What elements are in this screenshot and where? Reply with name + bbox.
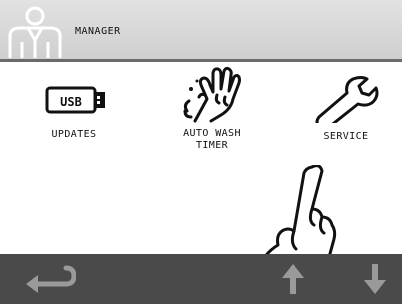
hand-wash-icon <box>183 66 241 123</box>
manager-screen: MANAGER USB UPDATES AUTO WASH TIMER SERV… <box>0 0 402 304</box>
menu-item-label: UPDATES <box>51 129 97 140</box>
scroll-up-button[interactable] <box>278 262 308 296</box>
footer-nav <box>0 254 402 304</box>
up-arrow-icon <box>282 264 304 294</box>
menu-item-auto-wash-timer[interactable]: AUTO WASH TIMER <box>162 65 262 152</box>
usb-icon: USB <box>45 86 105 114</box>
back-arrow-icon <box>26 265 76 293</box>
down-arrow-icon <box>364 264 386 294</box>
header-bar: MANAGER <box>0 0 402 62</box>
menu-item-label: SERVICE <box>323 131 369 142</box>
menu-item-service[interactable]: SERVICE <box>296 75 396 143</box>
page-title: MANAGER <box>75 26 121 37</box>
svg-text:USB: USB <box>60 95 82 109</box>
scroll-down-button[interactable] <box>360 262 390 296</box>
menu-item-updates[interactable]: USB UPDATES <box>24 79 124 141</box>
menu-item-label: AUTO WASH TIMER <box>183 128 241 151</box>
manager-user-icon <box>8 6 62 58</box>
wrench-icon <box>315 76 379 123</box>
back-button[interactable] <box>22 262 76 296</box>
menu-grid: USB UPDATES AUTO WASH TIMER SERVICE <box>0 65 402 304</box>
